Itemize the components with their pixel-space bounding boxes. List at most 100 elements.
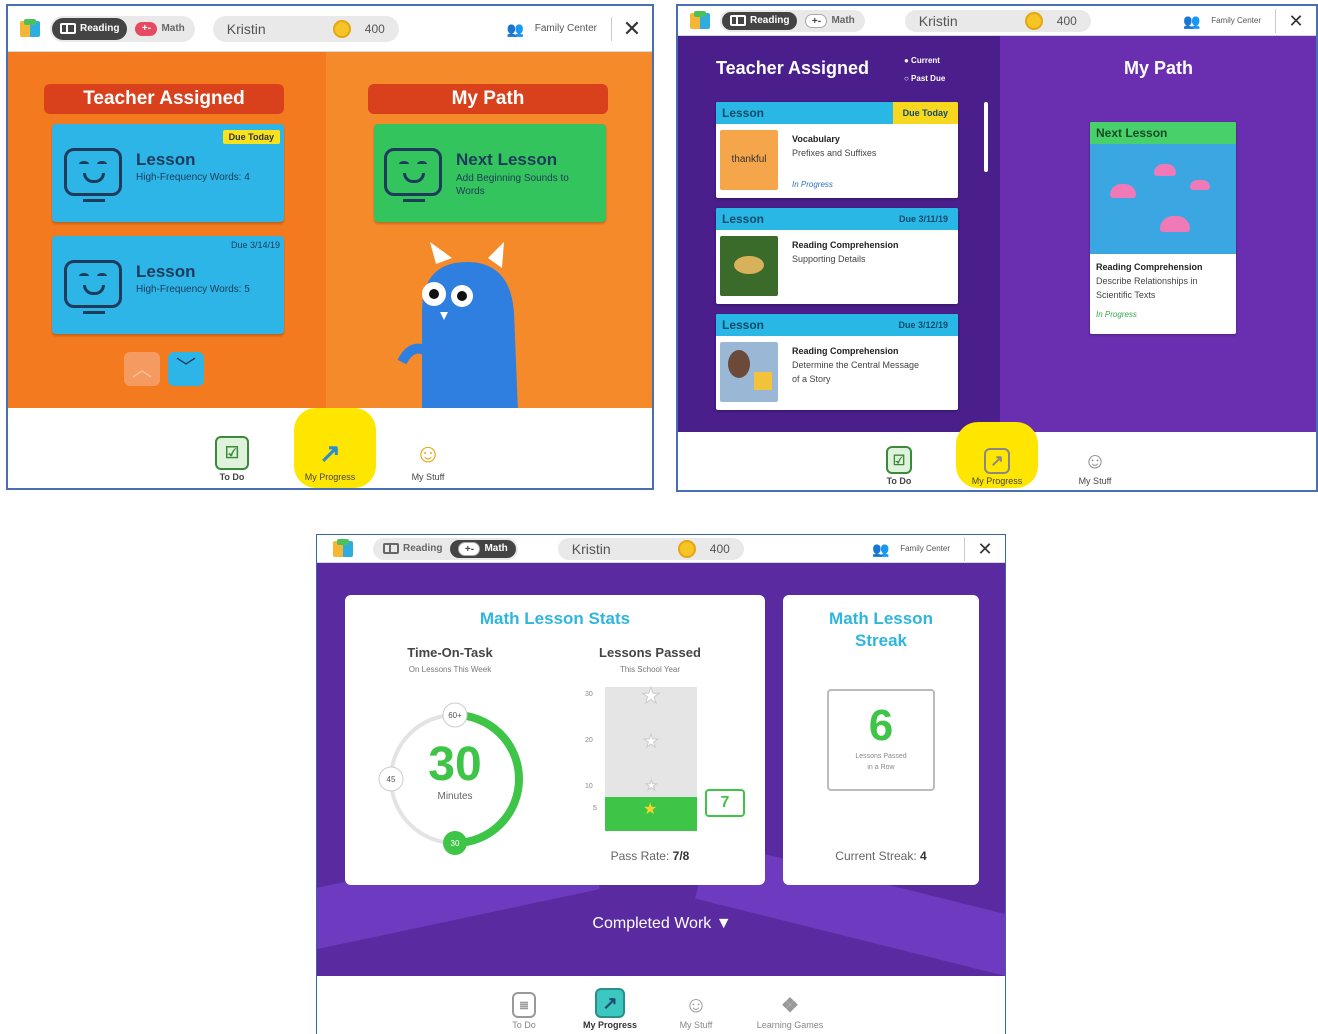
nav-my-stuff[interactable]: ☺ My Stuff	[396, 436, 460, 483]
nav-todo[interactable]: ☑ To Do	[867, 446, 931, 486]
next-lesson-card[interactable]: Next Lesson Add Beginning Sounds to Word…	[374, 124, 606, 222]
math-tab[interactable]: +- Math	[450, 539, 516, 558]
math-icon: +-	[135, 21, 158, 36]
reading-todo-screen: Reading +- Math Kristin 400 👥 Family Cente…	[6, 4, 654, 490]
completed-work-toggle[interactable]: Completed Work ▼	[317, 915, 1005, 933]
current-streak: Current Streak: 4	[835, 849, 927, 863]
coin-count: 400	[709, 541, 730, 556]
math-tab[interactable]: +- Math	[797, 12, 862, 30]
nav-my-progress[interactable]: ↗ My Progress	[965, 448, 1029, 486]
due-badge: Due Today	[222, 130, 280, 144]
lesson-subtitle: High-Frequency Words: 4	[136, 172, 250, 183]
reading-tab[interactable]: Reading	[52, 17, 128, 40]
purple-background: Math Lesson Stats Time-On-Task On Lesson…	[317, 563, 1005, 986]
close-button[interactable]: ✕	[1276, 9, 1316, 33]
ring-label-45: 45	[387, 775, 396, 784]
due-date: Due 3/14/19	[230, 240, 280, 250]
scrollbar[interactable]	[984, 102, 988, 172]
bottom-nav: ☑ To Do ↗ My Progress ☺ My Stuff	[678, 422, 1316, 490]
lesson-type: Reading Comprehension	[792, 346, 899, 356]
book-icon	[730, 15, 746, 26]
nav-my-stuff[interactable]: ☺ My Stuff	[1063, 448, 1127, 486]
arrow-up-right-icon: ↗	[319, 437, 341, 468]
checklist-icon: ≣	[512, 992, 536, 1018]
lessons-passed-subtitle: This School Year	[619, 665, 681, 674]
due-date: Due 3/12/19	[898, 320, 948, 330]
lesson-title: Lesson	[136, 262, 196, 281]
app-logo-icon	[690, 10, 710, 31]
coin-icon	[1024, 11, 1043, 30]
smiley-icon: ☺	[414, 437, 442, 468]
next-lesson-type: Reading Comprehension	[1096, 262, 1203, 272]
lesson-card[interactable]: Due 3/14/19 Lesson High-Frequency Words:…	[52, 236, 284, 334]
math-progress-screen: Reading +- Math Kristin 400 👥 Family Cente…	[316, 534, 1006, 1034]
close-button[interactable]: ✕	[612, 16, 652, 41]
time-value: 30	[428, 738, 482, 791]
lesson-header: Lesson	[722, 212, 765, 226]
nav-todo[interactable]: ☑ To Do	[200, 436, 264, 482]
app-logo-icon	[20, 18, 40, 39]
nav-todo[interactable]: ≣ To Do	[492, 992, 556, 1030]
bar-tick: 10	[585, 783, 593, 790]
nav-my-progress[interactable]: ↗ My Progress	[298, 436, 362, 483]
app-logo-icon	[333, 538, 353, 559]
checklist-icon: ☑	[886, 446, 912, 474]
due-badge: Due Today	[892, 102, 958, 124]
lesson-subtitle: High-Frequency Words: 5	[136, 284, 250, 295]
book-icon	[60, 23, 76, 34]
lesson-topic: Prefixes and Suffixes	[792, 148, 877, 158]
lesson-topic: Determine the Central Message	[792, 360, 920, 370]
family-center-button[interactable]: 👥 Family Center	[1183, 8, 1276, 33]
user-coin-bar: Kristin 400	[212, 15, 399, 42]
lesson-tv-icon	[384, 148, 442, 202]
next-lesson-card[interactable]: Next Lesson Reading Comprehension Descri…	[1090, 122, 1236, 334]
star-icon: ★	[641, 683, 662, 709]
top-bar: Reading +- Math Kristin 400 👥 Family Cente…	[8, 6, 652, 52]
reading-tab[interactable]: Reading	[375, 540, 450, 558]
coin-count: 400	[364, 21, 385, 36]
filter-past-due[interactable]: ○ Past Due	[904, 74, 945, 83]
next-lesson-topic-cont: Scientific Texts	[1096, 290, 1156, 300]
current-streak-value: 4	[920, 849, 927, 863]
star-icon: ★	[643, 801, 658, 818]
close-button[interactable]: ✕	[965, 537, 1005, 561]
my-path-header: My Path	[368, 84, 608, 114]
monster-mascot	[397, 242, 518, 412]
bottom-nav: ≣ To Do ↗ My Progress ☺ My Stuff ❖ Learn…	[317, 976, 1005, 1034]
reading-progress-screen: Reading +- Math Kristin 400 👥 Family Cente…	[676, 4, 1318, 492]
reading-tab[interactable]: Reading	[722, 11, 798, 30]
user-coin-bar: Kristin 400	[557, 537, 744, 560]
nav-learning-games[interactable]: ❖ Learning Games	[750, 992, 830, 1031]
time-on-task-subtitle: On Lessons This Week	[408, 665, 492, 674]
family-center-button[interactable]: 👥 Family Center	[506, 16, 612, 41]
scroll-up-button[interactable]: ︿	[124, 352, 160, 386]
time-on-task-title: Time-On-Task	[407, 645, 493, 660]
game-icon: ❖	[781, 994, 799, 1017]
lesson-topic-cont: of a Story	[792, 374, 831, 384]
lesson-card[interactable]: Lesson Due 3/11/19 Reading Comprehension …	[716, 208, 958, 304]
my-path-header: My Path	[1124, 58, 1194, 78]
top-bar: Reading +- Math Kristin 400 👥 Family Cente…	[678, 6, 1316, 36]
streak-box: 6 Lessons Passed in a Row	[827, 689, 935, 791]
user-name: Kristin	[226, 20, 266, 37]
lesson-card[interactable]: Lesson Due Today thankful Vocabulary Pref…	[716, 102, 958, 198]
vocab-thumbnail: thankful	[720, 130, 778, 190]
nav-my-stuff[interactable]: ☺ My Stuff	[664, 992, 728, 1030]
star-icon: ★	[645, 777, 659, 794]
teacher-assigned-header: Teacher Assigned	[716, 58, 870, 78]
filter-current[interactable]: ● Current	[904, 56, 940, 65]
streak-value: 6	[868, 701, 894, 750]
bar-tick: 20	[585, 737, 593, 744]
streak-sub-line2: in a Row	[867, 764, 895, 771]
star-icon: ★	[642, 731, 660, 752]
family-center-button[interactable]: 👥 Family Center	[872, 536, 965, 561]
next-lesson-header: Next Lesson	[1090, 122, 1236, 144]
nest-thumbnail	[720, 236, 778, 296]
math-tab[interactable]: +- Math	[127, 18, 192, 40]
teacher-assigned-header: Teacher Assigned	[44, 84, 284, 114]
lesson-card[interactable]: Lesson Due 3/12/19 Reading Comprehension …	[716, 314, 958, 410]
scroll-down-button[interactable]: ﹀	[168, 352, 204, 386]
lesson-card[interactable]: Due Today Lesson High-Frequency Words: 4	[52, 124, 284, 222]
nav-my-progress[interactable]: ↗ My Progress	[578, 988, 642, 1030]
family-icon: 👥	[506, 20, 525, 37]
